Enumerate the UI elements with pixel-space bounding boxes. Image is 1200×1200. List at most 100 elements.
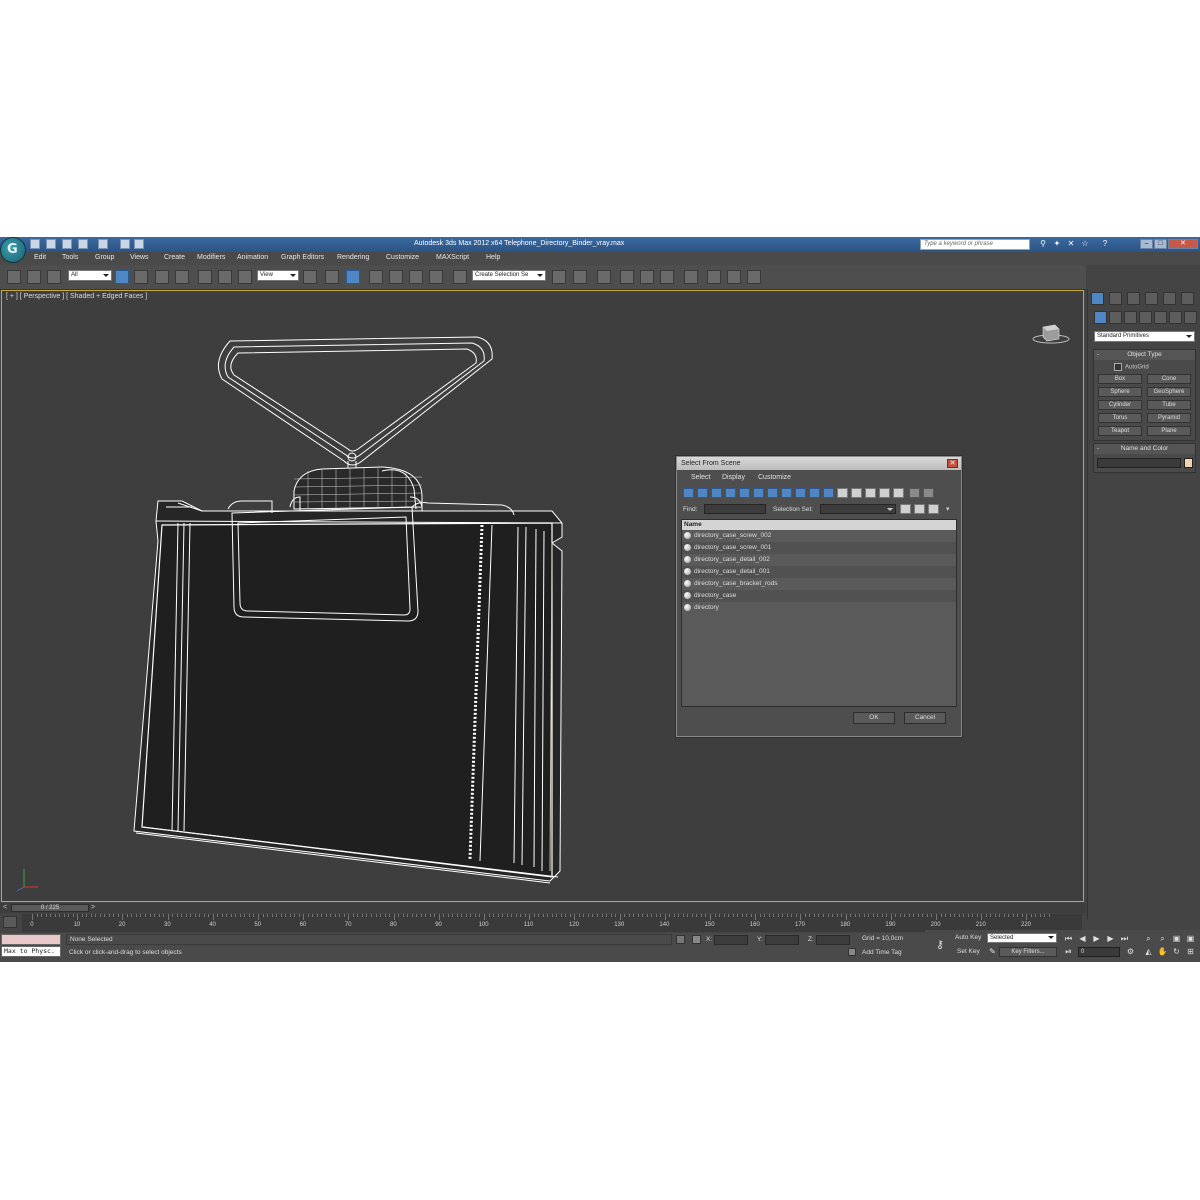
- pivot-center-icon[interactable]: [303, 270, 317, 284]
- rectangular-selection-icon[interactable]: [155, 270, 169, 284]
- viewcube-icon[interactable]: [1032, 321, 1070, 345]
- go-to-start-icon[interactable]: ⏮: [1063, 934, 1074, 944]
- object-type-header[interactable]: - Object Type: [1094, 350, 1195, 360]
- tube-button[interactable]: Tube: [1147, 400, 1191, 410]
- display-containers-icon[interactable]: [809, 488, 820, 498]
- dialog-close-button[interactable]: ✕: [947, 459, 958, 468]
- menu-create[interactable]: Create: [164, 254, 185, 261]
- window-crossing-icon[interactable]: [175, 270, 189, 284]
- binoculars-icon[interactable]: ⚲: [1038, 239, 1048, 249]
- zoom-extents-icon[interactable]: ▣: [1171, 934, 1182, 944]
- cameras-icon[interactable]: [1139, 311, 1152, 324]
- minimize-button[interactable]: –: [1140, 239, 1153, 249]
- list-item[interactable]: directory_case_screw_001: [682, 542, 956, 554]
- set-key-key-icon[interactable]: ⚷: [931, 940, 949, 951]
- current-frame-field[interactable]: 0: [1078, 947, 1120, 957]
- selection-set-dropdown[interactable]: [820, 504, 896, 514]
- layer-manager-icon[interactable]: [597, 270, 611, 284]
- select-all-icon[interactable]: [879, 488, 890, 498]
- hierarchy-tab-icon[interactable]: [1127, 292, 1140, 305]
- selection-filter-dropdown[interactable]: All: [68, 270, 112, 281]
- absolute-mode-transform-icon[interactable]: [692, 935, 701, 944]
- add-time-tag[interactable]: Add Time Tag: [862, 949, 902, 956]
- utilities-tab-icon[interactable]: [1181, 292, 1194, 305]
- name-column-header[interactable]: Name: [682, 520, 956, 530]
- dialog-menu-select[interactable]: Select: [691, 474, 710, 481]
- play-icon[interactable]: ▶: [1091, 934, 1102, 944]
- menu-tools[interactable]: Tools: [62, 254, 78, 261]
- list-item[interactable]: directory: [682, 602, 956, 614]
- menu-rendering[interactable]: Rendering: [337, 254, 369, 261]
- filter-icon[interactable]: [909, 488, 920, 498]
- project-folder-icon[interactable]: [120, 239, 130, 249]
- zoom-extents-all-icon[interactable]: ▣: [1185, 934, 1196, 944]
- undo-icon[interactable]: [78, 239, 88, 249]
- cone-button[interactable]: Cone: [1147, 374, 1191, 384]
- close-window-button[interactable]: ✕: [1168, 239, 1198, 249]
- select-none-icon[interactable]: [893, 488, 904, 498]
- app-menu-logo-icon[interactable]: G: [0, 237, 26, 263]
- time-configuration-icon[interactable]: ⚙: [1125, 947, 1136, 957]
- menu-maxscript[interactable]: MAXScript: [436, 254, 469, 261]
- key-filter-icon[interactable]: ✎: [987, 947, 998, 957]
- maxscript-output[interactable]: Max to Physc.: [1, 946, 61, 957]
- torus-button[interactable]: Torus: [1098, 413, 1142, 423]
- rendered-frame-window-icon[interactable]: [727, 270, 741, 284]
- list-item[interactable]: directory_case_screw_002: [682, 530, 956, 542]
- trackbar[interactable]: 0 10 20 30 40 50 60 70 80 90 100 110 120 130 140 150 160…: [22, 914, 1082, 932]
- menu-help[interactable]: Help: [486, 254, 500, 261]
- material-editor-icon[interactable]: [684, 270, 698, 284]
- curve-editor-icon[interactable]: [640, 270, 654, 284]
- menu-edit[interactable]: Edit: [34, 254, 46, 261]
- ok-button[interactable]: OK: [853, 712, 895, 724]
- display-space-warps-icon[interactable]: [753, 488, 764, 498]
- teapot-button[interactable]: Teapot: [1098, 426, 1142, 436]
- select-dependents-icon[interactable]: [900, 504, 911, 514]
- select-and-link-icon[interactable]: [7, 270, 21, 284]
- redo-icon[interactable]: [98, 239, 108, 249]
- autogrid-checkbox[interactable]: AutoGrid: [1114, 363, 1149, 371]
- exchange-icon[interactable]: ✕: [1066, 239, 1076, 249]
- maximize-button[interactable]: □: [1154, 239, 1167, 249]
- key-mode-dropdown[interactable]: Selected: [987, 933, 1057, 943]
- dialog-menu-display[interactable]: Display: [722, 474, 745, 481]
- sphere-button[interactable]: Sphere: [1098, 387, 1142, 397]
- render-production-icon[interactable]: [747, 270, 761, 284]
- display-invert-icon[interactable]: [865, 488, 876, 498]
- key-filters-button[interactable]: Key Filters...: [999, 947, 1057, 957]
- options-chevron-icon[interactable]: ▾: [946, 505, 950, 513]
- cancel-button[interactable]: Cancel: [904, 712, 946, 724]
- menu-views[interactable]: Views: [130, 254, 149, 261]
- helpers-icon[interactable]: [1154, 311, 1167, 324]
- display-groups-icon[interactable]: [767, 488, 778, 498]
- select-and-scale-icon[interactable]: [238, 270, 252, 284]
- auto-key-button[interactable]: Auto Key: [955, 934, 981, 941]
- quick-access-dropdown-icon[interactable]: [134, 239, 144, 249]
- select-and-manipulate-icon[interactable]: [325, 270, 339, 284]
- field-of-view-icon[interactable]: ◭: [1143, 947, 1154, 957]
- space-warps-icon[interactable]: [1169, 311, 1182, 324]
- reference-coordinate-dropdown[interactable]: View: [257, 270, 299, 281]
- percent-snap-icon[interactable]: [409, 270, 423, 284]
- display-shapes-icon[interactable]: [697, 488, 708, 498]
- time-slider-next[interactable]: >: [91, 904, 95, 911]
- select-and-move-icon[interactable]: [198, 270, 212, 284]
- plane-button[interactable]: Plane: [1147, 426, 1191, 436]
- new-file-icon[interactable]: [30, 239, 40, 249]
- create-tab-icon[interactable]: [1091, 292, 1104, 305]
- display-tab-icon[interactable]: [1163, 292, 1176, 305]
- dialog-menu-customize[interactable]: Customize: [758, 474, 791, 481]
- bind-to-space-warp-icon[interactable]: [47, 270, 61, 284]
- zoom-icon[interactable]: ⌕: [1143, 934, 1154, 944]
- systems-icon[interactable]: [1184, 311, 1197, 324]
- menu-modifiers[interactable]: Modifiers: [197, 254, 225, 261]
- list-item[interactable]: directory_case_detail_001: [682, 566, 956, 578]
- maximize-viewport-icon[interactable]: ⊞: [1185, 947, 1196, 957]
- select-object-icon[interactable]: [115, 270, 129, 284]
- display-lights-icon[interactable]: [711, 488, 722, 498]
- shapes-icon[interactable]: [1109, 311, 1122, 324]
- y-coord-field[interactable]: [765, 935, 799, 945]
- angle-snap-icon[interactable]: [389, 270, 403, 284]
- menu-customize[interactable]: Customize: [386, 254, 419, 261]
- keyboard-shortcut-override-icon[interactable]: [346, 270, 360, 284]
